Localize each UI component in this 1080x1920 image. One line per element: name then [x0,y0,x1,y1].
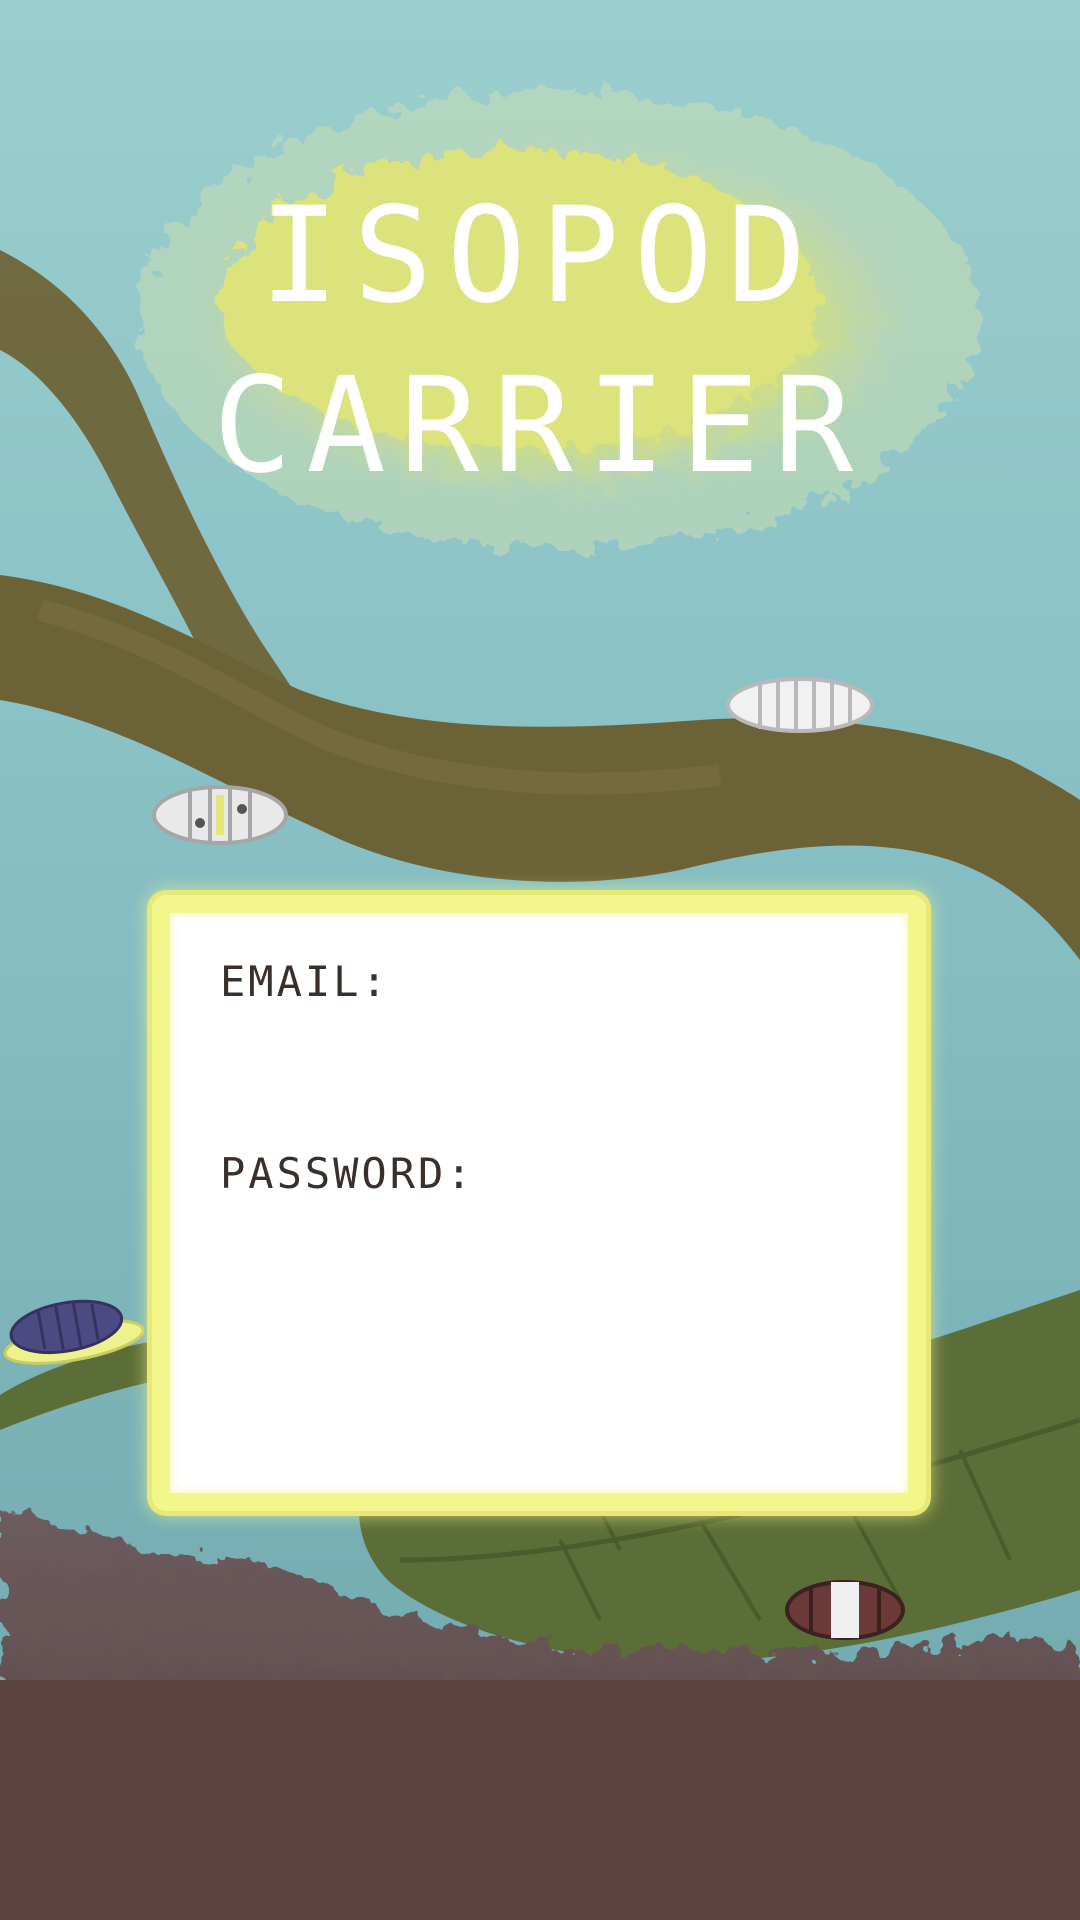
app-title-line-2: CARRIER [212,349,868,503]
email-label: EMAIL: [220,957,390,1006]
password-input[interactable] [220,1215,860,1285]
white-isopod [726,677,874,733]
password-label: PASSWORD: [220,1149,475,1198]
brown-white-isopod [785,1580,905,1640]
app-title-line-1: ISOPOD [259,179,821,333]
email-input[interactable] [220,1023,860,1093]
spotted-isopod [152,785,288,845]
login-card: EMAIL: PASSWORD: [152,895,926,1511]
